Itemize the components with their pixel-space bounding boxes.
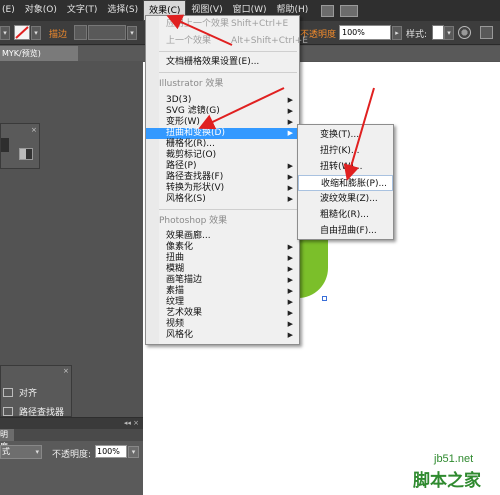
annotation-arrow	[166, 14, 233, 46]
annotation-arrow	[198, 87, 285, 130]
annotation-arrows	[166, 14, 375, 181]
annotation-arrow	[343, 87, 375, 181]
watermark-url: jb51.net	[434, 453, 474, 465]
watermark-name: 脚本之家	[413, 471, 481, 491]
